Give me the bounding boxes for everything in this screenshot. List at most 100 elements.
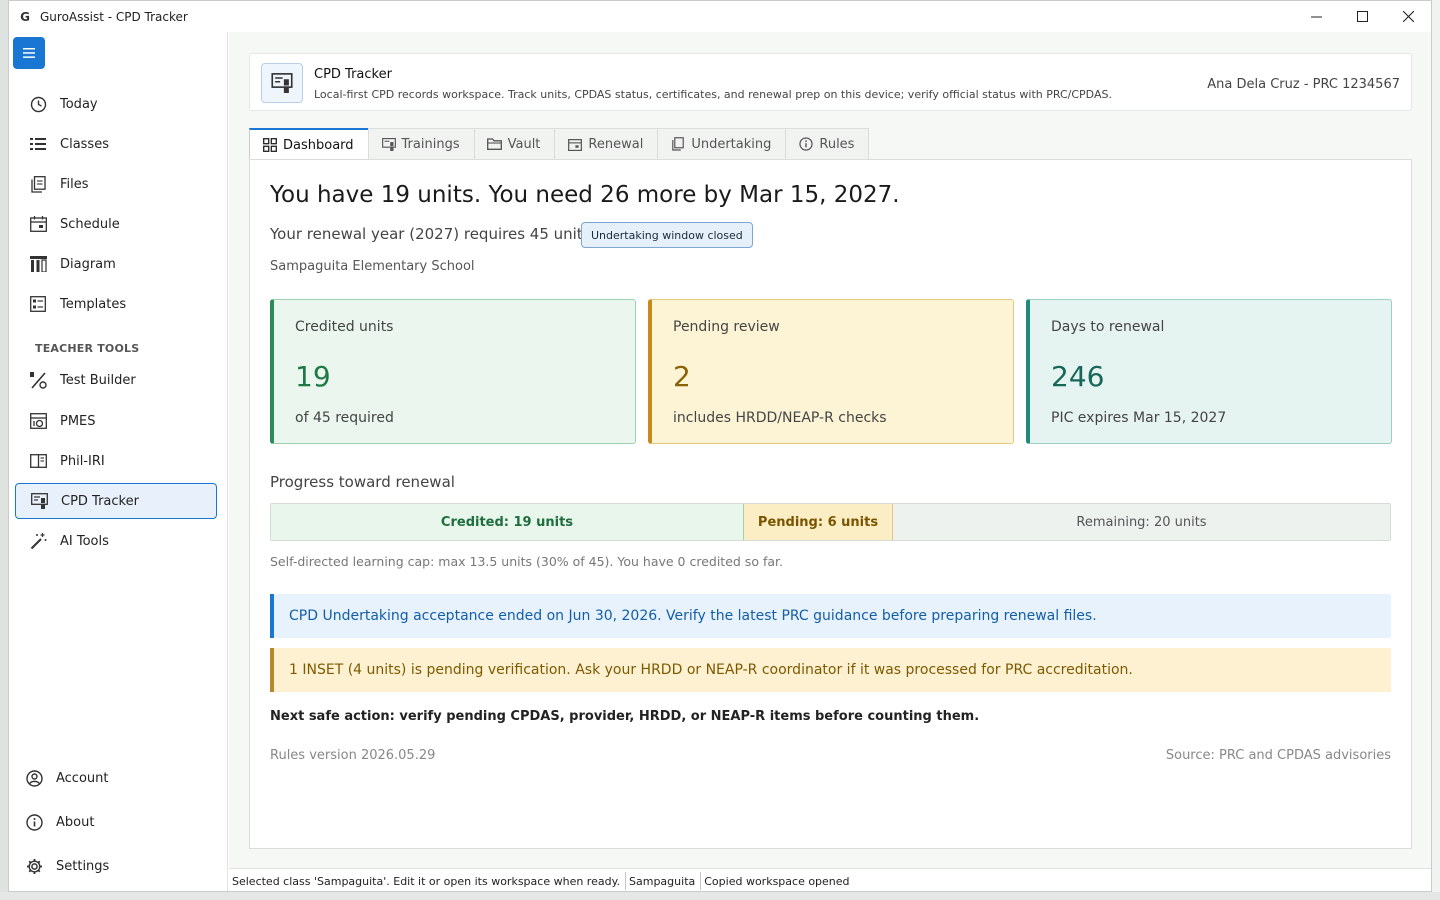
calendar-icon [29,215,47,233]
sidebar-item-label: CPD Tracker [61,493,139,509]
background-desktop [0,892,1440,900]
files-icon [29,175,47,193]
school-name: Sampaguita Elementary School [270,259,475,274]
page-header: CPD Tracker Local-first CPD records work… [249,53,1412,111]
sidebar-item-label: Files [60,176,89,192]
stat-value: 2 [673,360,691,393]
sidebar-item-files[interactable]: Files [15,166,217,202]
minimize-button[interactable] [1293,1,1339,32]
pmes-icon [29,412,47,430]
account-icon [25,769,43,787]
sidebar-item-about[interactable]: About [11,804,213,840]
sidebar-item-account[interactable]: Account [11,760,213,796]
progress-credited-segment: Credited: 19 units [271,504,744,540]
sidebar-item-label: Account [56,770,109,786]
grid-icon [262,137,278,153]
rules-version: Rules version 2026.05.29 [270,748,436,763]
close-icon [1402,11,1414,22]
tab-undertaking[interactable]: Undertaking [657,128,787,159]
tab-label: Dashboard [283,137,354,153]
clock-icon [29,95,47,113]
status-state: Copied workspace opened [704,874,850,888]
teacher-tools-heading: TEACHER TOOLS [35,342,140,355]
pending-review-card: Pending review 2 includes HRDD/NEAP-R ch… [648,299,1014,444]
diagram-icon [29,255,47,273]
stat-value: 19 [295,360,331,393]
info-icon [798,136,814,152]
tab-dashboard[interactable]: Dashboard [249,128,369,160]
sidebar-item-phil-iri[interactable]: Phil-IRI [15,443,217,479]
sidebar-item-label: Settings [56,858,110,874]
days-to-renewal-card: Days to renewal 246 PIC expires Mar 15, … [1026,299,1392,444]
sidebar-item-label: PMES [60,413,96,429]
sidebar-item-schedule[interactable]: Schedule [15,206,217,242]
sidebar-item-cpd-tracker[interactable]: CPD Tracker [15,483,217,519]
progress-pending-segment: Pending: 6 units [744,504,893,540]
sidebar-item-settings[interactable]: Settings [11,848,213,884]
sidebar-item-label: Diagram [60,256,116,272]
stat-note: includes HRDD/NEAP-R checks [673,410,887,426]
sidebar-item-templates[interactable]: Templates [15,286,217,322]
sidebar-item-label: Today [60,96,98,112]
renewal-requirement: Your renewal year (2027) requires 45 uni… [270,225,596,243]
tab-label: Trainings [401,136,460,152]
stat-label: Pending review [673,319,780,335]
sidebar-item-label: AI Tools [60,533,109,549]
status-badge: Undertaking window closed [581,222,753,248]
tab-label: Vault [507,136,541,152]
tab-trainings[interactable]: Trainings [367,128,475,159]
app-window: G GuroAssist - CPD Tracker Today Classes [8,0,1432,892]
cpd-icon [30,492,48,510]
credited-units-card: Credited units 19 of 45 required [270,299,636,444]
magic-wand-icon [29,532,47,550]
rules-source: Source: PRC and CPDAS advisories [1165,748,1391,763]
maximize-icon [1356,11,1368,22]
page-title: CPD Tracker [314,67,392,82]
sidebar-item-diagram[interactable]: Diagram [15,246,217,282]
self-directed-cap-note: Self-directed learning cap: max 13.5 uni… [270,554,783,569]
window-controls [1293,1,1431,32]
status-message: Selected class 'Sampaguita'. Edit it or … [232,874,621,888]
tab-label: Renewal [588,136,644,152]
progress-title: Progress toward renewal [270,473,455,491]
pending-inset-warning: 1 INSET (4 units) is pending verificatio… [270,648,1391,692]
stat-label: Credited units [295,319,394,335]
templates-icon [29,295,47,313]
maximize-button[interactable] [1339,1,1385,32]
app-logo-icon: G [20,9,30,24]
sidebar-item-label: Test Builder [60,372,136,388]
title-bar: G GuroAssist - CPD Tracker [9,1,1431,32]
status-class: Sampaguita [629,874,696,888]
stat-note: of 45 required [295,410,394,426]
tab-rules[interactable]: Rules [785,128,870,159]
book-icon [29,452,47,470]
folder-icon [487,136,503,152]
sidebar-item-pmes[interactable]: PMES [15,403,217,439]
main-content: CPD Tracker Local-first CPD records work… [229,32,1431,868]
status-bar: Selected class 'Sampaguita'. Edit it or … [229,868,1431,891]
sidebar-item-today[interactable]: Today [15,86,217,122]
sidebar-item-classes[interactable]: Classes [15,126,217,162]
tab-vault[interactable]: Vault [473,128,556,159]
renewal-progress-bar: Credited: 19 units Pending: 6 units Rema… [270,503,1391,541]
sidebar-item-test-builder[interactable]: Test Builder [15,362,217,398]
stat-label: Days to renewal [1051,319,1165,335]
next-safe-action: Next safe action: verify pending CPDAS, … [270,709,980,724]
calendar-icon [567,136,583,152]
tab-renewal[interactable]: Renewal [554,128,659,159]
tab-label: Rules [819,136,855,152]
sidebar-item-label: Templates [60,296,127,312]
files-icon [670,136,686,152]
sidebar-item-label: Phil-IRI [60,453,105,469]
hamburger-icon [23,48,35,58]
list-icon [29,135,47,153]
sidebar-item-ai-tools[interactable]: AI Tools [15,523,217,559]
sidebar: Today Classes Files Schedule Diagram Tem… [9,32,228,891]
dashboard-panel: You have 19 units. You need 26 more by M… [249,159,1412,849]
cpd-tracker-icon [261,63,303,103]
sidebar-item-label: Classes [60,136,109,152]
minimize-icon [1310,16,1322,18]
sidebar-item-label: Schedule [60,216,120,232]
close-button[interactable] [1385,1,1431,32]
hamburger-menu-button[interactable] [13,37,45,69]
